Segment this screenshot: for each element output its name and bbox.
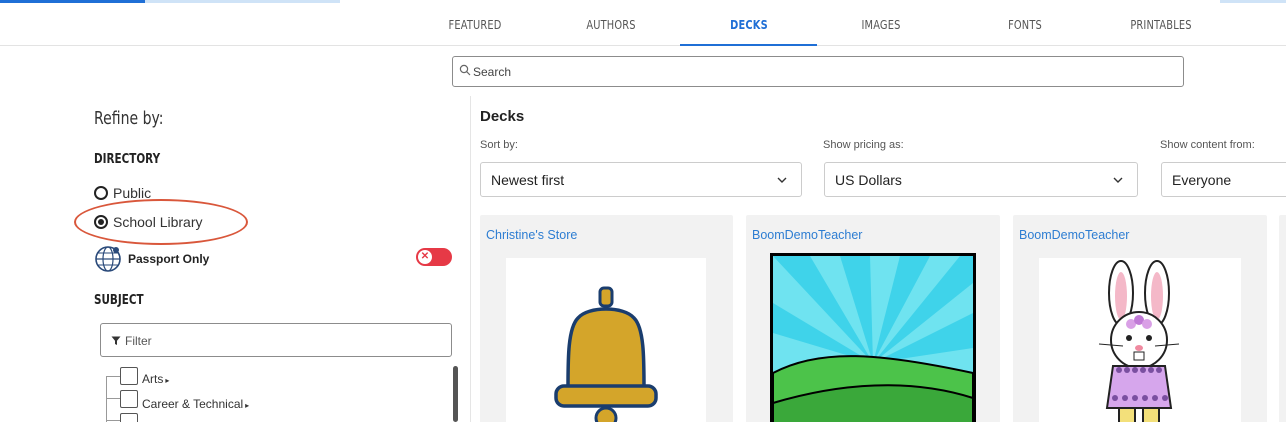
subject-heading: SUBJECT [94, 293, 144, 308]
decks-title: Decks [480, 108, 525, 125]
caret-right-icon: ▸ [245, 401, 250, 410]
tab-printables[interactable]: PRINTABLES [1116, 0, 1206, 46]
sort-select[interactable]: Newest first [480, 162, 802, 197]
bell-icon [554, 286, 658, 422]
search-input[interactable] [473, 62, 1173, 82]
content-from-label: Show content from: [1160, 139, 1255, 151]
chevron-down-icon [777, 177, 787, 183]
sort-by-label: Sort by: [480, 139, 518, 151]
subject-arts-checkbox[interactable] [120, 367, 138, 385]
radio-public-circle[interactable] [94, 186, 108, 200]
subject-career-label: Career & Technical [142, 397, 244, 411]
deck-author-link[interactable]: Christine's Store [486, 228, 577, 242]
passport-only-row: Passport Only [94, 245, 209, 273]
tab-authors[interactable]: AUTHORS [566, 0, 656, 46]
filter-icon [111, 336, 121, 345]
category-tabs: FEATURED AUTHORS DECKS IMAGES FONTS PRIN… [0, 0, 1286, 46]
deck-card-partial[interactable] [1279, 215, 1286, 422]
subject-arts-label: Arts [142, 372, 164, 386]
search-icon [459, 64, 471, 76]
content-from-select-value: Everyone [1172, 172, 1232, 188]
radio-school-library[interactable]: School Library [94, 212, 203, 232]
pricing-select-value: US Dollars [835, 172, 902, 188]
active-tab-indicator [680, 44, 817, 46]
subject-next-checkbox[interactable] [120, 413, 138, 422]
deck-thumbnail[interactable] [506, 258, 706, 422]
content-from-select[interactable]: Everyone [1161, 162, 1286, 197]
globe-icon [95, 246, 121, 272]
tree-connector [106, 376, 107, 422]
passport-only-toggle[interactable]: ✕ [416, 248, 452, 266]
subject-career-item[interactable]: Career & Technical ▸ [142, 397, 249, 411]
directory-heading: DIRECTORY [94, 152, 161, 167]
content-divider [470, 96, 471, 422]
bunny-picture [1098, 260, 1180, 422]
deck-thumbnail[interactable] [770, 253, 976, 422]
tab-fonts[interactable]: FONTS [980, 0, 1070, 46]
subject-list-scrollbar[interactable] [453, 366, 458, 422]
tree-connector [106, 420, 120, 421]
search-box[interactable] [452, 56, 1184, 87]
caret-right-icon: ▸ [165, 376, 170, 385]
tab-images[interactable]: IMAGES [836, 0, 926, 46]
subject-arts-item[interactable]: Arts ▸ [142, 372, 169, 386]
tree-connector [106, 376, 120, 377]
pricing-label: Show pricing as: [823, 139, 904, 151]
subject-filter-box[interactable] [100, 323, 452, 357]
radio-school-library-label: School Library [113, 214, 203, 230]
radio-public[interactable]: Public [94, 183, 151, 203]
subject-filter-input[interactable] [125, 332, 445, 350]
tree-connector [106, 398, 120, 399]
tab-decks[interactable]: DECKS [704, 0, 794, 46]
radio-school-library-circle[interactable] [94, 215, 108, 229]
deck-thumbnail[interactable] [1039, 258, 1241, 422]
toggle-off-x-icon: ✕ [418, 250, 432, 264]
deck-author-link[interactable]: BoomDemoTeacher [752, 228, 862, 242]
pricing-select[interactable]: US Dollars [824, 162, 1138, 197]
deck-card[interactable]: BoomDemoTeacher [746, 215, 1000, 422]
deck-card[interactable]: BoomDemoTeacher [1013, 215, 1267, 422]
radio-public-label: Public [113, 185, 152, 201]
refine-by-heading: Refine by: [94, 108, 164, 129]
passport-only-label: Passport Only [128, 252, 210, 266]
deck-card[interactable]: Christine's Store [480, 215, 733, 422]
tab-featured[interactable]: FEATURED [430, 0, 520, 46]
chevron-down-icon [1113, 177, 1123, 183]
hills-sunburst-picture [772, 256, 974, 422]
subject-career-checkbox[interactable] [120, 390, 138, 408]
deck-author-link[interactable]: BoomDemoTeacher [1019, 228, 1129, 242]
sort-select-value: Newest first [491, 172, 565, 188]
